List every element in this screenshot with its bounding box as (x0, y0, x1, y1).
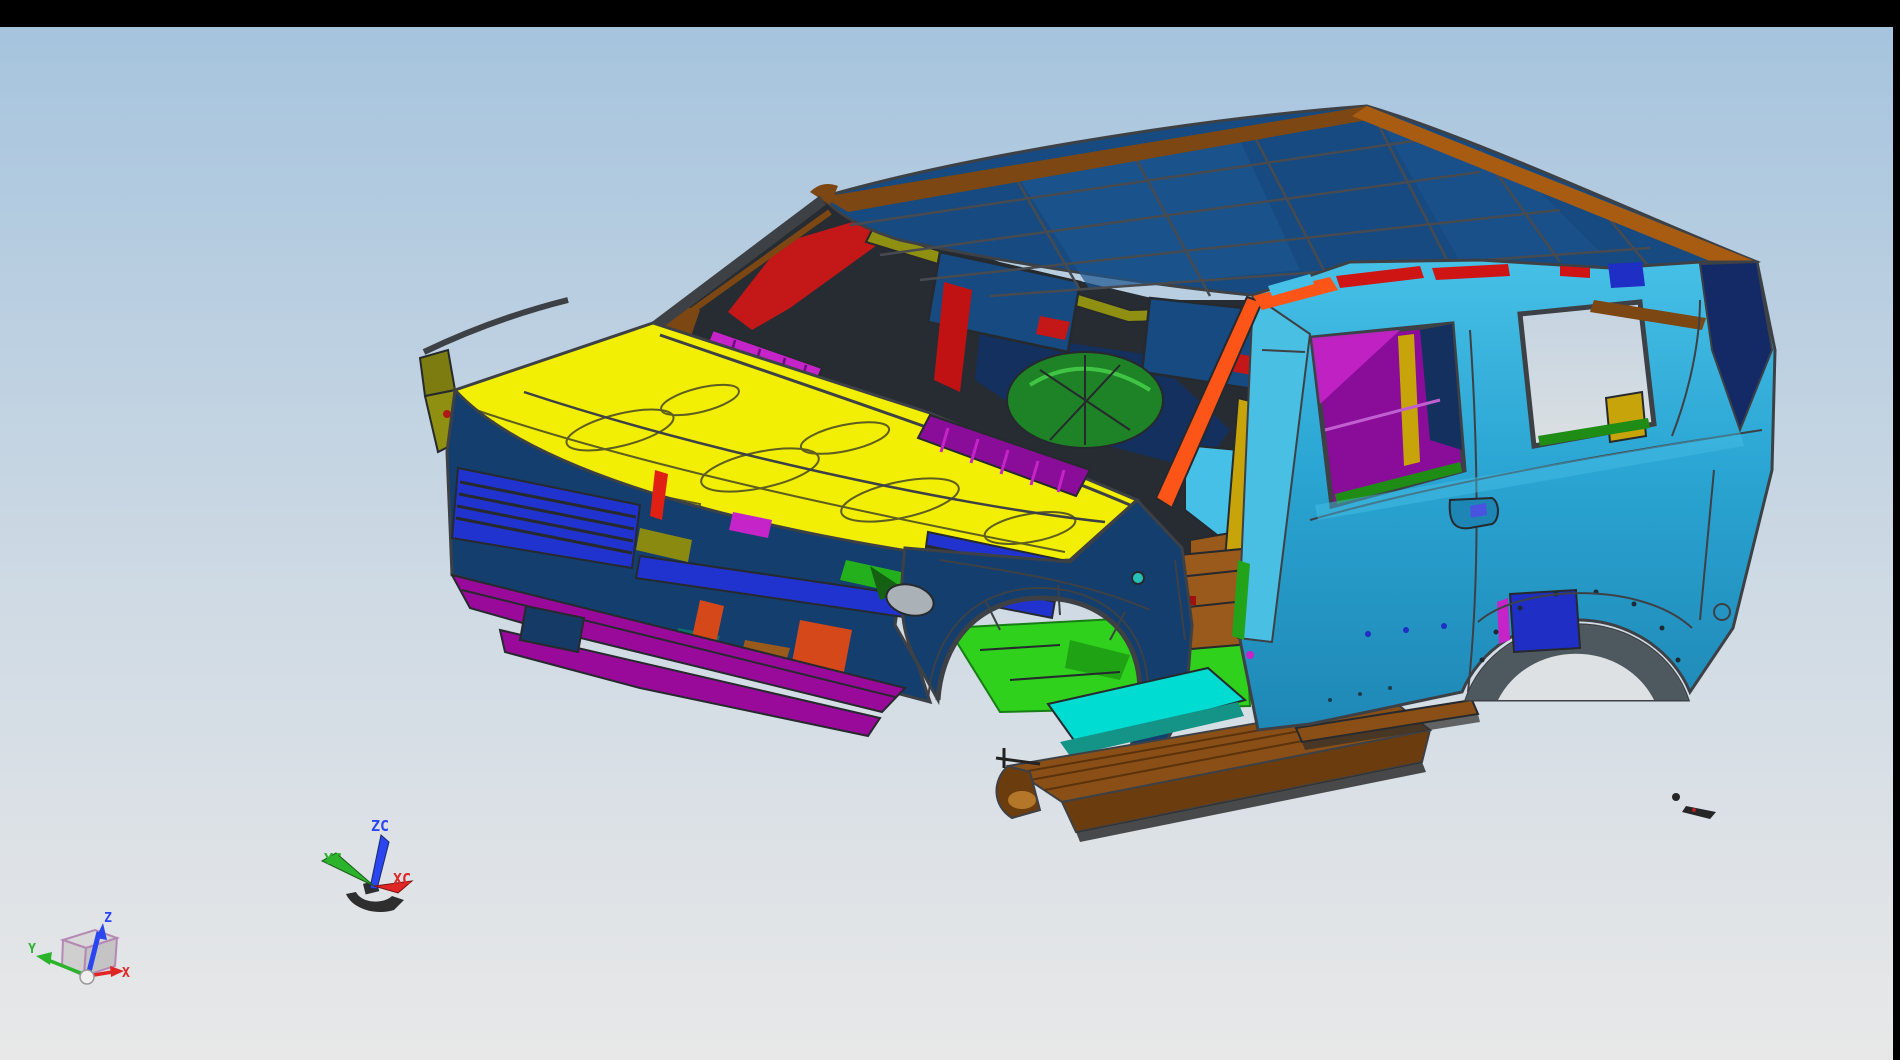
view-y-label: Y (28, 942, 36, 957)
wcs-x-label: XC (393, 870, 411, 888)
graphics-viewport[interactable]: ZC YC XC Z Y X (0, 0, 1900, 1060)
view-origin-ball (80, 970, 94, 984)
wcs-z-label: ZC (371, 817, 389, 835)
top-frame-bar (0, 0, 1900, 27)
end-cap-highlight (1008, 791, 1036, 809)
drip-rail-red-3 (1560, 266, 1590, 278)
pillar-magenta-dot (1246, 651, 1254, 659)
roof-rail-blue-block (1608, 262, 1645, 288)
body-side[interactable] (1156, 260, 1775, 730)
small-part-red-dot (1692, 808, 1696, 812)
cad-application-window: ZC YC XC Z Y X (0, 0, 1900, 1060)
view-z-label: Z (104, 911, 112, 926)
right-frame-bar (1893, 0, 1900, 1060)
wcs-y-label: YC (324, 850, 342, 868)
fender-rail-left-upper (420, 350, 455, 396)
arch-blue-box[interactable] (1510, 590, 1580, 652)
small-part-dot[interactable] (1672, 793, 1680, 801)
quarter-window-bracket (1606, 392, 1646, 442)
view-x-label: X (122, 966, 130, 981)
corner-red-dot (443, 410, 451, 418)
fender-locator-hole (1132, 572, 1144, 584)
